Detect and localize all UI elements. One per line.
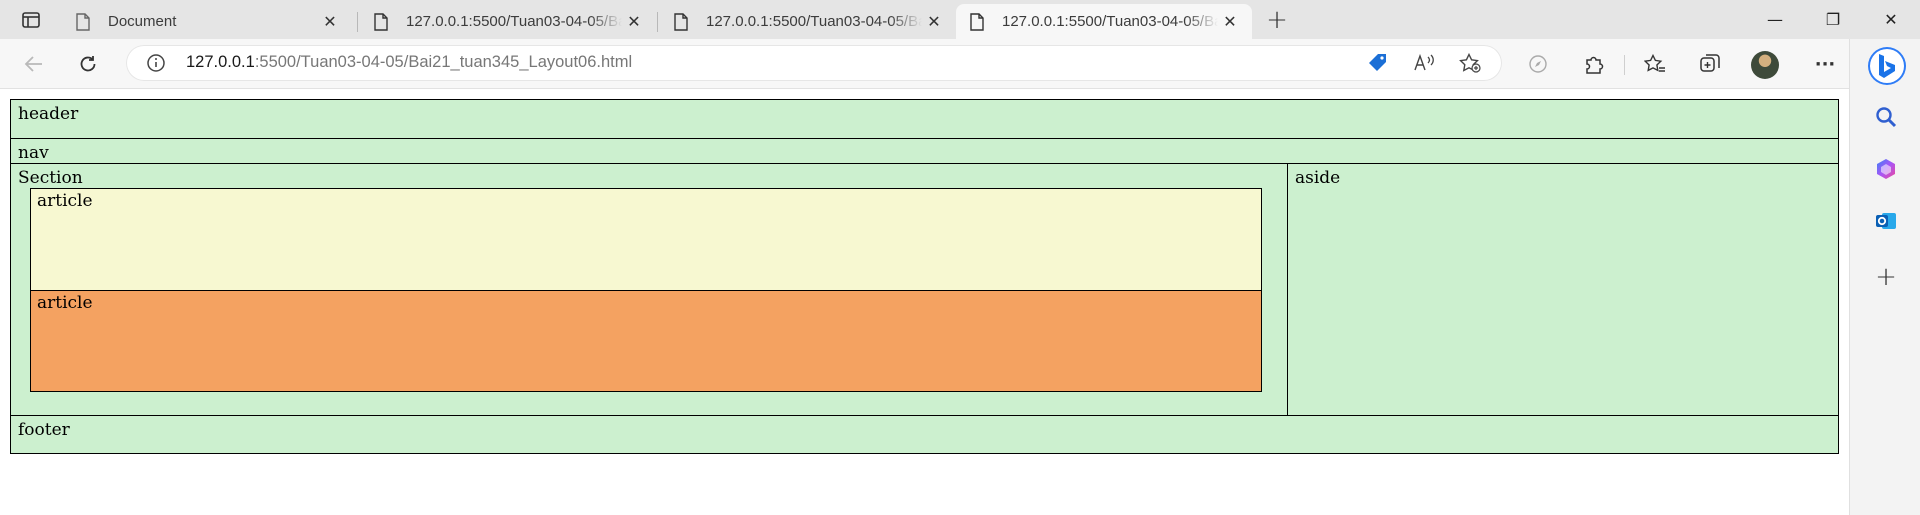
- toolbar-separator: [1624, 55, 1625, 75]
- tab-title: 127.0.0.1:5500/Tuan03-04-05/Bai21_tuan34…: [406, 13, 622, 30]
- tab-close-button[interactable]: ✕: [622, 10, 646, 34]
- collections-button[interactable]: [1694, 48, 1726, 80]
- collections-icon: [1700, 54, 1720, 72]
- url-host: 127.0.0.1: [186, 53, 255, 71]
- page-icon: [968, 12, 986, 31]
- sidebar-copilot-button[interactable]: [1870, 153, 1902, 185]
- tab-title: 127.0.0.1:5500/Tuan03-04-05/Bai21_tuan34…: [706, 13, 922, 30]
- extensions-button[interactable]: [1578, 48, 1610, 80]
- address-bar[interactable]: 127.0.0.1:5500/Tuan03-04-05/Bai21_tuan34…: [126, 45, 1502, 81]
- tab-actions-icon: [22, 12, 40, 28]
- search-icon: [1876, 107, 1897, 128]
- favorites-button[interactable]: [1639, 48, 1671, 80]
- tab-close-button[interactable]: ✕: [922, 10, 946, 34]
- copilot-icon: [1877, 159, 1895, 179]
- page-header: header: [10, 99, 1839, 139]
- bing-copilot-icon: [1879, 54, 1895, 78]
- refresh-button[interactable]: [72, 48, 104, 80]
- tab-actions-button[interactable]: [13, 7, 49, 33]
- tab-separator: [657, 12, 658, 32]
- sidebar-add-button[interactable]: +: [1870, 261, 1902, 293]
- url-text[interactable]: 127.0.0.1:5500/Tuan03-04-05/Bai21_tuan34…: [186, 53, 632, 72]
- refresh-icon: [80, 56, 96, 72]
- restore-button[interactable]: ❐: [1804, 0, 1862, 39]
- page-icon: [672, 12, 690, 31]
- page-aside: aside: [1287, 163, 1839, 416]
- profile-avatar[interactable]: [1751, 51, 1779, 79]
- window-close-button[interactable]: ✕: [1862, 0, 1920, 39]
- back-button[interactable]: [18, 48, 50, 80]
- back-arrow-icon: [24, 56, 42, 72]
- tab-title: 127.0.0.1:5500/Tuan03-04-05/Bai21_tuan34…: [1002, 13, 1218, 30]
- outlook-icon: [1876, 213, 1896, 229]
- sidebar-search-button[interactable]: [1870, 101, 1902, 133]
- page-footer: footer: [10, 415, 1839, 454]
- copilot-button[interactable]: [1868, 47, 1906, 85]
- favorites-icon: [1644, 54, 1665, 72]
- article-1: article: [30, 188, 1262, 291]
- puzzle-icon: [1586, 56, 1604, 74]
- info-icon[interactable]: [146, 53, 166, 73]
- tab-strip: Document ✕ 127.0.0.1:5500/Tuan03-04-05/B…: [0, 0, 1920, 39]
- tab-layout-1[interactable]: 127.0.0.1:5500/Tuan03-04-05/Bai21_tuan34…: [360, 4, 656, 39]
- page-icon: [74, 12, 92, 31]
- tab-document[interactable]: Document ✕: [62, 4, 352, 39]
- tab-title: Document: [108, 13, 177, 30]
- shopping-tag-icon[interactable]: [1360, 49, 1396, 77]
- compass-icon: [1529, 55, 1547, 73]
- url-path: :5500/Tuan03-04-05/Bai21_tuan345_Layout0…: [254, 53, 633, 71]
- page-viewport: header nav Section aside article article…: [0, 90, 1849, 515]
- more-menu-button[interactable]: ···: [1809, 48, 1841, 80]
- page-icon: [372, 12, 390, 31]
- page-nav: nav: [10, 138, 1839, 164]
- browser-toolbar: 127.0.0.1:5500/Tuan03-04-05/Bai21_tuan34…: [0, 39, 1920, 89]
- edge-sidebar: +: [1849, 39, 1920, 515]
- minimize-button[interactable]: —: [1746, 0, 1804, 39]
- tab-layout-active[interactable]: 127.0.0.1:5500/Tuan03-04-05/Bai21_tuan34…: [956, 4, 1252, 39]
- read-aloud-icon[interactable]: [1406, 49, 1442, 77]
- tab-close-button[interactable]: ✕: [318, 10, 342, 34]
- article-2: article: [30, 290, 1262, 392]
- tab-separator: [357, 12, 358, 32]
- sidebar-outlook-button[interactable]: [1870, 205, 1902, 237]
- section-label: Section: [18, 168, 83, 188]
- browser-essentials-button[interactable]: [1522, 48, 1554, 80]
- add-favorite-icon[interactable]: [1452, 49, 1488, 77]
- tab-close-button[interactable]: ✕: [1218, 10, 1242, 34]
- tab-layout-2[interactable]: 127.0.0.1:5500/Tuan03-04-05/Bai21_tuan34…: [660, 4, 956, 39]
- new-tab-button[interactable]: +: [1262, 5, 1292, 35]
